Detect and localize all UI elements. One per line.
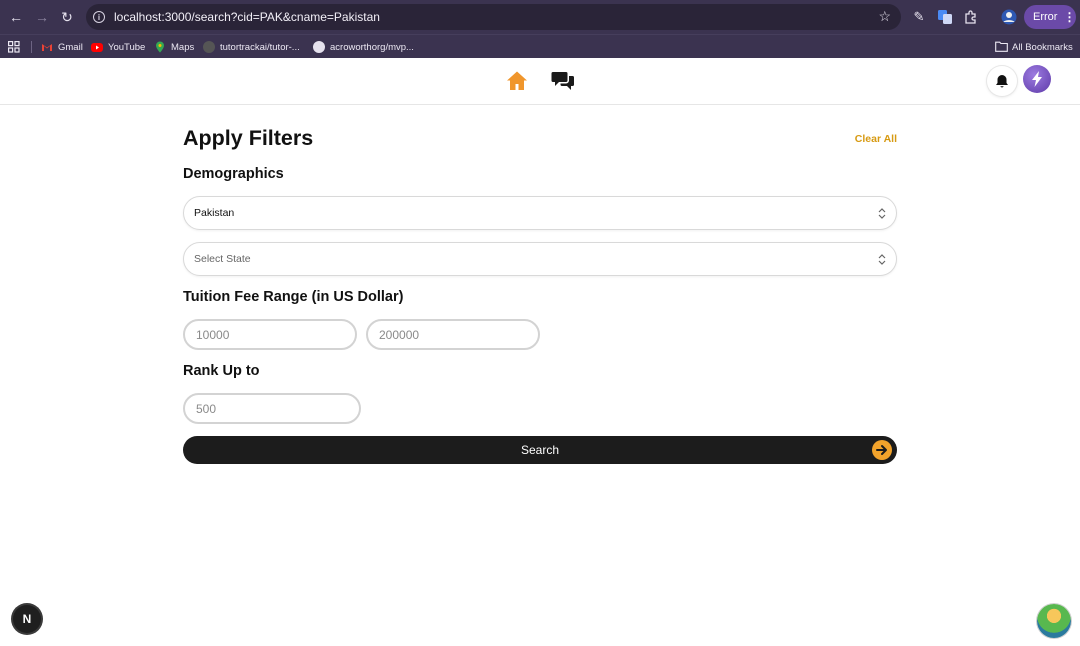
app-header bbox=[0, 58, 1080, 105]
bell-icon bbox=[996, 74, 1008, 88]
bookmark-label: YouTube bbox=[108, 41, 146, 53]
browser-toolbar: ← → ↻ i localhost:3000/search?cid=PAK&cn… bbox=[0, 0, 1080, 34]
bookmark-label: Gmail bbox=[58, 41, 83, 53]
back-icon[interactable]: ← bbox=[7, 8, 25, 26]
maps-pin-icon bbox=[154, 41, 166, 53]
min-fee-input[interactable] bbox=[183, 319, 357, 350]
youtube-icon bbox=[91, 42, 103, 52]
country-select[interactable]: Pakistan bbox=[183, 196, 897, 230]
bookmark-youtube[interactable]: YouTube bbox=[91, 39, 145, 55]
folder-icon bbox=[995, 41, 1008, 53]
state-placeholder: Select State bbox=[194, 253, 251, 265]
bookmark-tutortrackai[interactable]: tutortrackai/tutor-... bbox=[203, 39, 300, 55]
bookmark-acroworthorg[interactable]: acroworthorg/mvp... bbox=[313, 39, 414, 55]
bookmark-label: acroworthorg/mvp... bbox=[330, 41, 414, 53]
github-icon bbox=[313, 41, 325, 53]
site-info-icon[interactable]: i bbox=[93, 11, 105, 23]
bookmark-maps[interactable]: Maps bbox=[154, 39, 194, 55]
profile-error-button[interactable]: Error ⋮ bbox=[1024, 5, 1076, 29]
forward-icon[interactable]: → bbox=[33, 8, 51, 26]
all-bookmarks-label: All Bookmarks bbox=[1012, 41, 1073, 53]
max-fee-input[interactable] bbox=[366, 319, 540, 350]
bookmark-gmail[interactable]: Gmail bbox=[41, 39, 83, 55]
clear-all-button[interactable]: Clear All bbox=[855, 133, 897, 145]
country-value: Pakistan bbox=[194, 207, 235, 219]
page-title: Apply Filters bbox=[183, 126, 314, 150]
bookmarks-divider bbox=[31, 41, 32, 53]
github-icon bbox=[203, 41, 215, 53]
dev-tools-badge[interactable]: N bbox=[13, 605, 41, 633]
extensions-icon[interactable] bbox=[962, 8, 980, 26]
bookmark-star-icon[interactable]: ☆ bbox=[878, 8, 891, 25]
arrow-right-icon bbox=[872, 440, 892, 460]
home-icon[interactable] bbox=[506, 70, 528, 92]
user-avatar[interactable] bbox=[1023, 65, 1051, 93]
rank-input[interactable] bbox=[183, 393, 361, 424]
apps-grid-icon[interactable] bbox=[8, 39, 20, 55]
search-button[interactable]: Search bbox=[183, 436, 897, 464]
bookmark-label: Maps bbox=[171, 41, 195, 53]
rank-heading: Rank Up to bbox=[183, 363, 260, 379]
translate-icon[interactable] bbox=[936, 8, 954, 26]
chat-icon[interactable] bbox=[551, 70, 575, 92]
demographics-heading: Demographics bbox=[183, 166, 284, 182]
bolt-logo-icon bbox=[1032, 71, 1042, 87]
search-label: Search bbox=[520, 443, 560, 457]
tuition-heading: Tuition Fee Range (in US Dollar) bbox=[183, 289, 404, 305]
profile-icon[interactable] bbox=[1000, 8, 1018, 26]
gmail-icon bbox=[41, 41, 53, 53]
state-select[interactable]: Select State bbox=[183, 242, 897, 276]
menu-dots-icon: ⋮ bbox=[1063, 10, 1076, 24]
url-text[interactable]: localhost:3000/search?cid=PAK&cname=Paki… bbox=[114, 10, 380, 24]
address-bar[interactable]: i localhost:3000/search?cid=PAK&cname=Pa… bbox=[86, 4, 901, 30]
all-bookmarks[interactable]: All Bookmarks bbox=[995, 39, 1073, 55]
select-caret-icon bbox=[878, 254, 886, 265]
select-caret-icon bbox=[878, 208, 886, 219]
reload-icon[interactable]: ↻ bbox=[58, 8, 76, 26]
notifications-button[interactable] bbox=[987, 66, 1017, 96]
error-label: Error bbox=[1033, 11, 1058, 23]
badge-letter: N bbox=[22, 612, 32, 626]
bookmarks-bar: Gmail YouTube Maps tutortrackai/tutor-..… bbox=[0, 34, 1080, 58]
eyedropper-icon[interactable]: ✎ bbox=[910, 8, 928, 26]
assistant-avatar[interactable] bbox=[1037, 604, 1071, 638]
bookmark-label: tutortrackai/tutor-... bbox=[220, 41, 300, 53]
